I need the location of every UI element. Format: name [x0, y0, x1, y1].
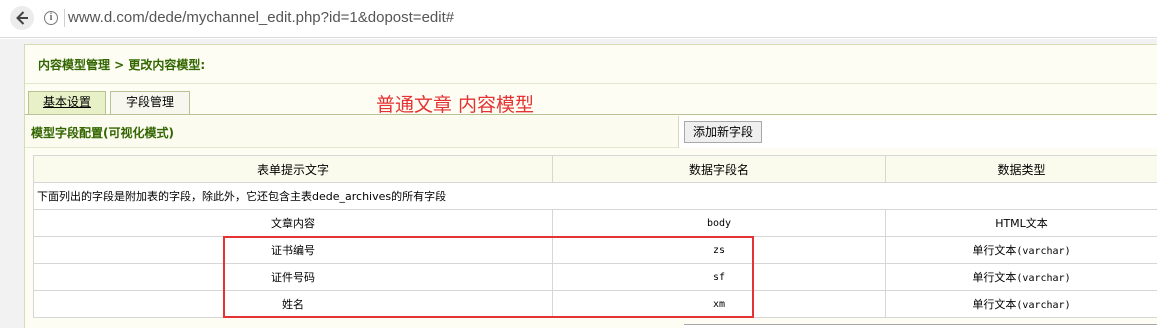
field-name: body	[552, 209, 886, 237]
field-type-code: (varchar)	[1016, 273, 1071, 284]
divider	[25, 83, 1157, 84]
tab-basic-settings[interactable]: 基本设置	[28, 91, 106, 114]
field-type-code: (varchar)	[1016, 246, 1071, 257]
bottom-control-edge	[684, 324, 1157, 328]
field-type-name: 单行文本	[972, 298, 1017, 311]
column-header: 表单提示文字	[33, 155, 553, 183]
field-label: 文章内容	[33, 209, 553, 237]
table-note-row: 下面列出的字段是附加表的字段，除此外，它还包含主表dede_archives的所…	[33, 182, 1157, 210]
tab-field-management[interactable]: 字段管理	[110, 91, 190, 114]
field-type: 单行文本(varchar)	[885, 290, 1157, 318]
info-icon[interactable]: i	[44, 11, 58, 25]
field-type-name: 单行文本	[972, 244, 1017, 257]
field-type: 单行文本(varchar)	[885, 263, 1157, 291]
url-separator	[64, 9, 65, 27]
field-type-code: (varchar)	[1016, 300, 1071, 311]
back-button[interactable]	[10, 6, 34, 30]
table-header-row: 表单提示文字 数据字段名 数据类型	[33, 155, 1157, 183]
highlight-box	[223, 236, 754, 318]
column-header: 数据字段名	[552, 155, 886, 183]
field-type: HTML文本	[885, 209, 1157, 237]
breadcrumb: 内容模型管理 > 更改内容模型:	[38, 58, 206, 72]
field-type: 单行文本(varchar)	[885, 236, 1157, 264]
add-field-button[interactable]: 添加新字段	[684, 121, 762, 143]
url-input[interactable]: www.d.com/dede/mychannel_edit.php?id=1&d…	[68, 9, 454, 26]
field-type-name: 单行文本	[972, 271, 1017, 284]
table-note: 下面列出的字段是附加表的字段，除此外，它还包含主表dede_archives的所…	[33, 182, 1157, 210]
arrow-left-icon	[16, 11, 28, 25]
annotation-title: 普通文章 内容模型	[376, 94, 535, 116]
tabs-baseline	[25, 114, 1157, 115]
address-bar: i www.d.com/dede/mychannel_edit.php?id=1…	[0, 0, 1157, 38]
section-title: 模型字段配置(可视化模式)	[31, 126, 174, 140]
column-header: 数据类型	[885, 155, 1157, 183]
table-row: 文章内容 body HTML文本	[33, 209, 1157, 237]
